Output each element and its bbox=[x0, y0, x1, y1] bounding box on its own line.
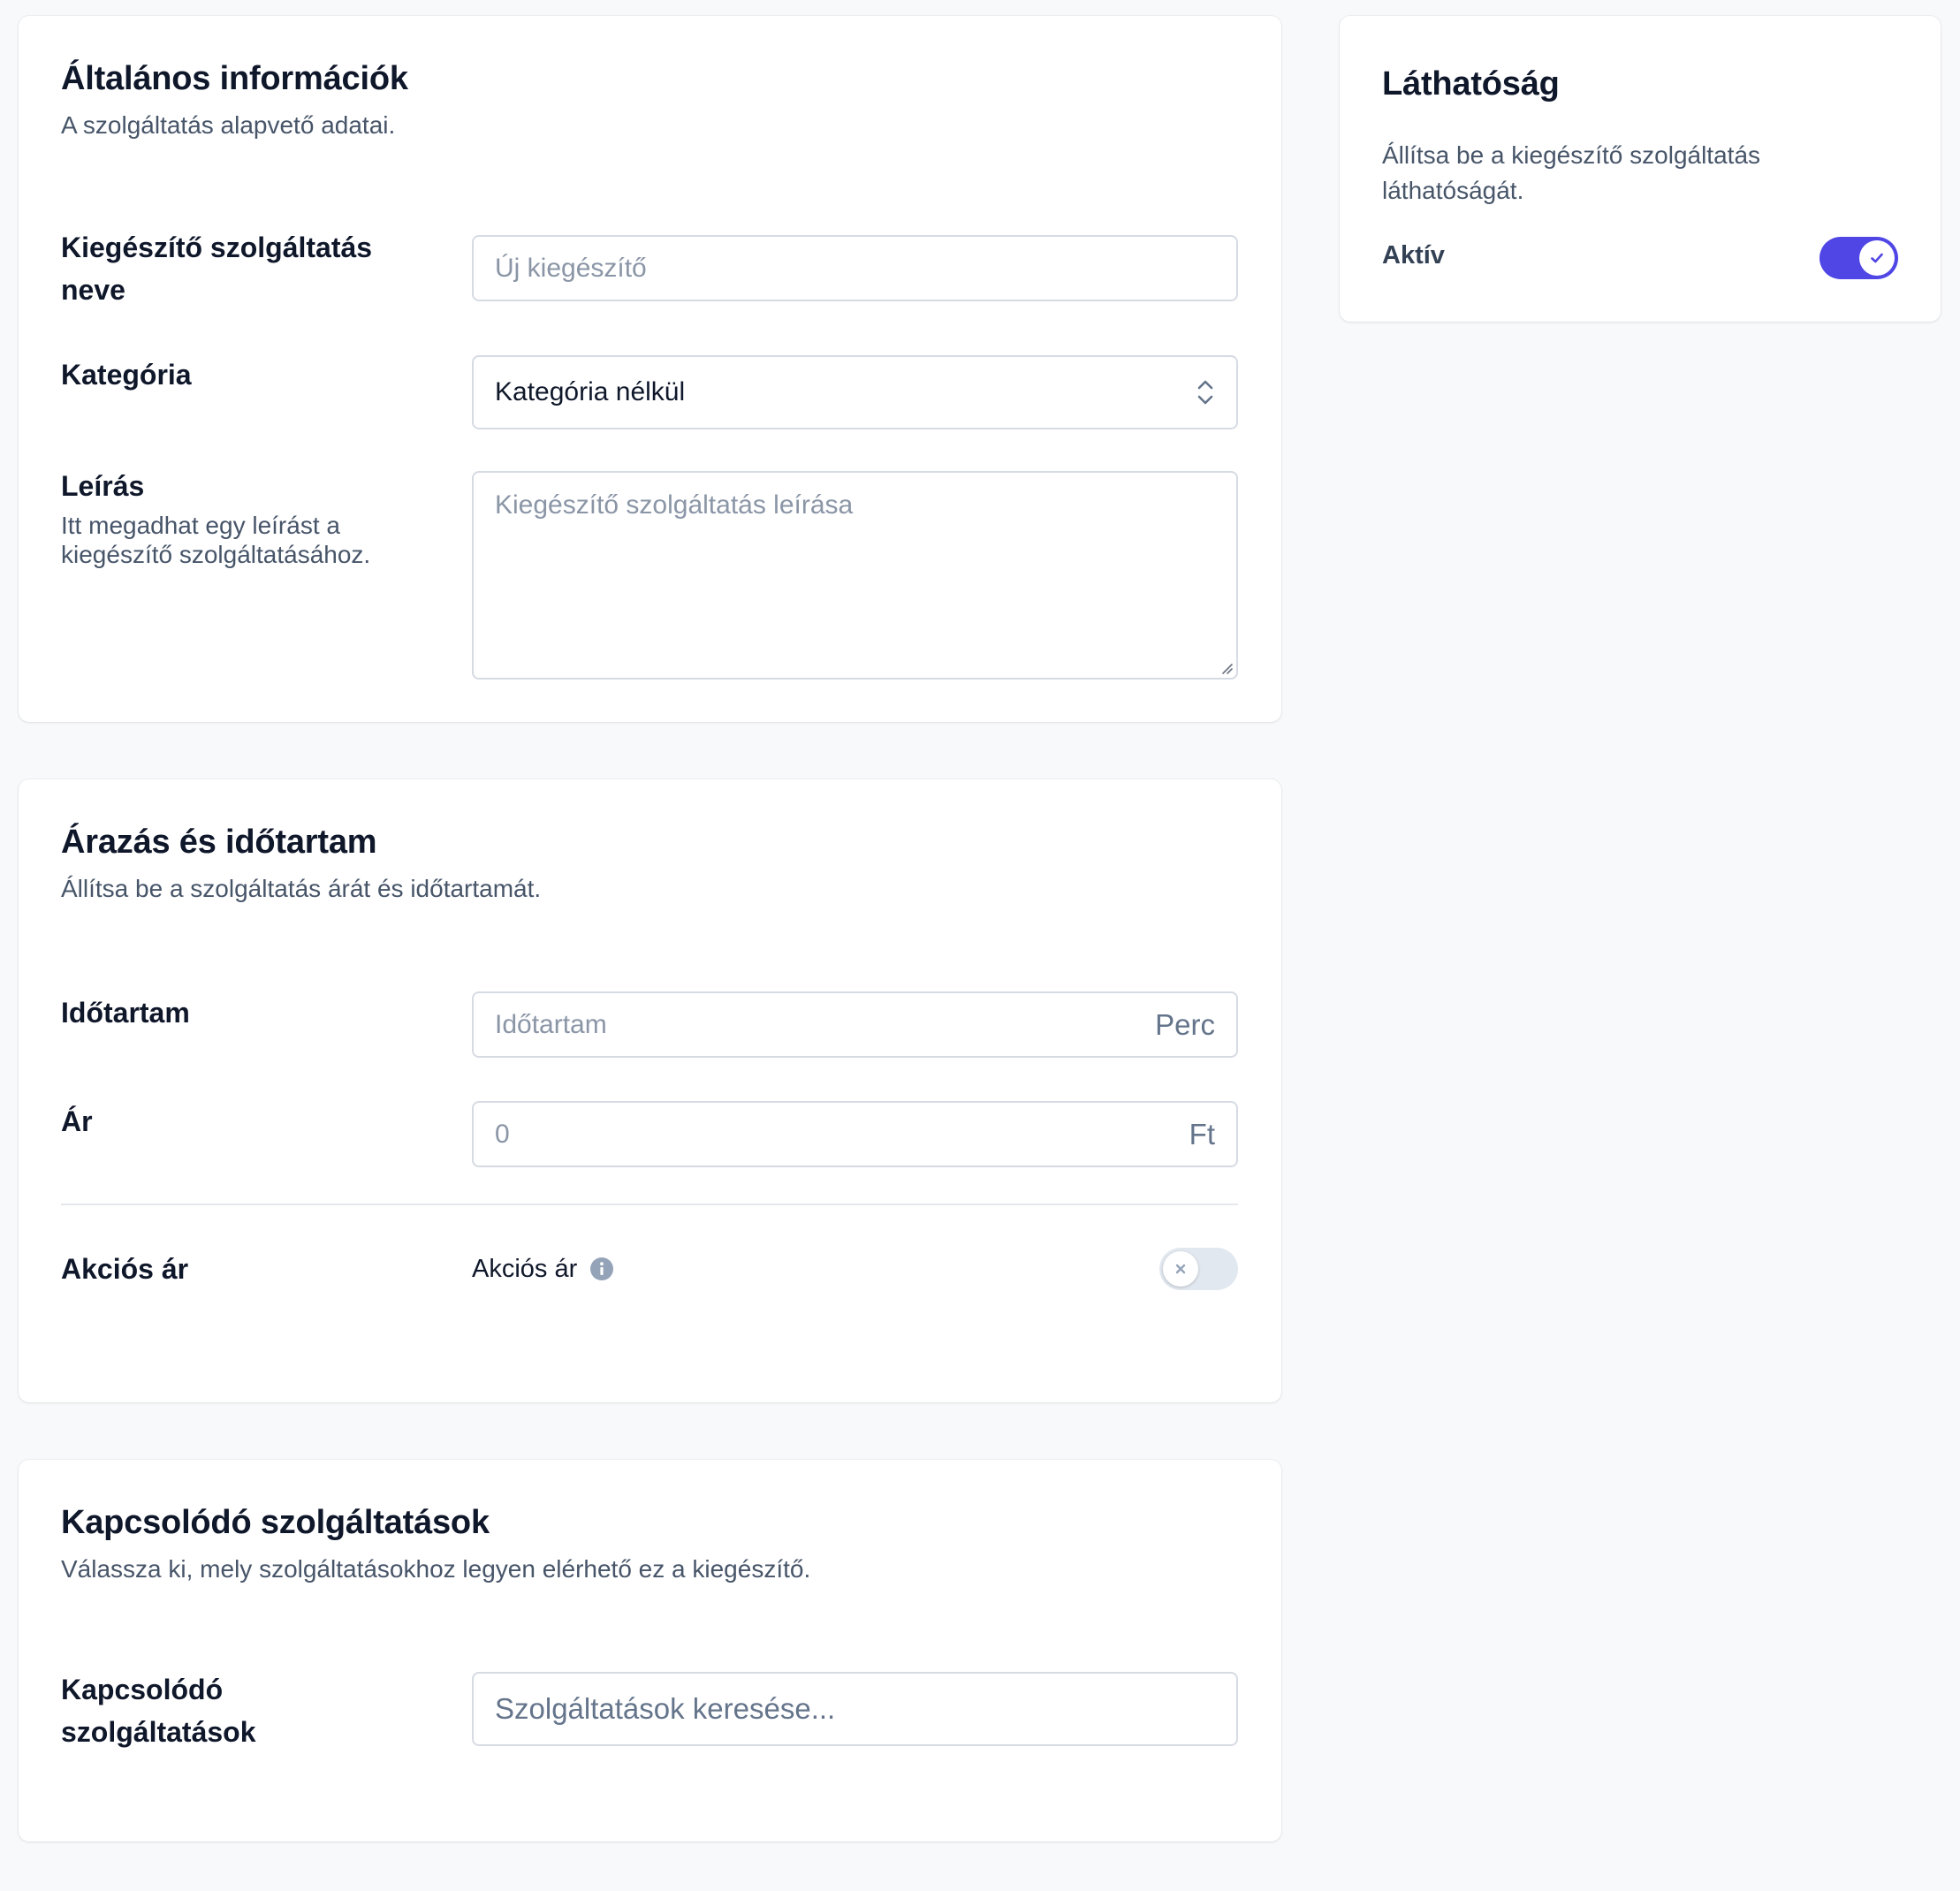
description-help: Itt megadhat egy leírást a kiegészítő sz… bbox=[61, 512, 371, 568]
chevron-up-down-icon bbox=[1196, 377, 1215, 407]
active-label: Aktív bbox=[1382, 241, 1445, 270]
price-input[interactable]: 0 Ft bbox=[472, 1101, 1238, 1167]
active-toggle[interactable] bbox=[1819, 237, 1898, 279]
duration-label: Időtartam bbox=[61, 997, 190, 1029]
visibility-card: Láthatóság Állítsa be a kiegészítő szolg… bbox=[1340, 16, 1941, 322]
related-services-card: Kapcsolódó szolgáltatások Válassza ki, m… bbox=[19, 1460, 1281, 1842]
duration-placeholder: Időtartam bbox=[495, 1009, 607, 1039]
sale-toggle-knob bbox=[1163, 1251, 1198, 1287]
price-label: Ár bbox=[61, 1105, 93, 1137]
active-toggle-knob bbox=[1859, 240, 1895, 276]
sale-price-toggle-label: Akciós ár bbox=[472, 1254, 578, 1283]
sale-price-toggle-row: Akciós ár bbox=[472, 1248, 614, 1290]
duration-suffix: Perc bbox=[1155, 1007, 1215, 1041]
general-info-title: Általános információk bbox=[61, 60, 408, 97]
name-input-placeholder: Új kiegészítő bbox=[495, 253, 647, 283]
pricing-subtitle: Állítsa be a szolgáltatás árát és időtar… bbox=[61, 875, 542, 902]
name-input[interactable]: Új kiegészítő bbox=[472, 235, 1238, 301]
info-icon[interactable] bbox=[589, 1257, 614, 1281]
pricing-card: Árazás és időtartam Állítsa be a szolgál… bbox=[19, 779, 1281, 1402]
category-select-value: Kategória nélkül bbox=[495, 377, 686, 406]
visibility-description: Állítsa be a kiegészítő szolgáltatás lát… bbox=[1382, 141, 1761, 204]
category-label: Kategória bbox=[61, 359, 192, 391]
x-icon bbox=[1174, 1263, 1187, 1275]
visibility-title: Láthatóság bbox=[1382, 65, 1560, 103]
pricing-divider bbox=[61, 1204, 1238, 1205]
price-suffix: Ft bbox=[1189, 1117, 1215, 1151]
pricing-title: Árazás és időtartam bbox=[61, 824, 377, 861]
sale-price-toggle[interactable] bbox=[1159, 1248, 1238, 1290]
related-search-placeholder: Szolgáltatások keresése... bbox=[495, 1692, 836, 1725]
sale-price-label: Akciós ár bbox=[61, 1253, 189, 1285]
duration-input[interactable]: Időtartam Perc bbox=[472, 991, 1238, 1058]
general-info-card: Általános információk A szolgáltatás ala… bbox=[19, 16, 1281, 722]
general-info-subtitle: A szolgáltatás alapvető adatai. bbox=[61, 111, 396, 139]
name-label: Kiegészítő szolgáltatás neve bbox=[61, 232, 373, 306]
related-search-input[interactable]: Szolgáltatások keresése... bbox=[472, 1672, 1238, 1746]
description-placeholder: Kiegészítő szolgáltatás leírása bbox=[495, 490, 854, 520]
price-placeholder: 0 bbox=[495, 1119, 510, 1149]
check-icon bbox=[1869, 250, 1885, 266]
description-textarea[interactable]: Kiegészítő szolgáltatás leírása bbox=[472, 471, 1238, 680]
related-label: Kapcsolódó szolgáltatások bbox=[61, 1674, 256, 1748]
category-select[interactable]: Kategória nélkül bbox=[472, 355, 1238, 429]
description-label: Leírás bbox=[61, 470, 145, 502]
resize-handle-icon[interactable] bbox=[1219, 661, 1234, 675]
related-title: Kapcsolódó szolgáltatások bbox=[61, 1504, 490, 1541]
related-subtitle: Válassza ki, mely szolgáltatásokhoz legy… bbox=[61, 1555, 811, 1583]
